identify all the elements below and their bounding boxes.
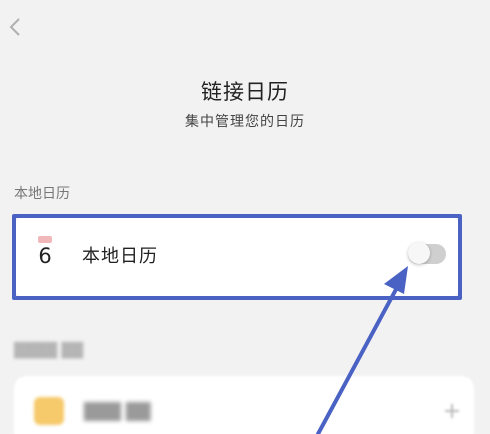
toggle-knob — [408, 242, 430, 264]
local-calendar-title: 本地日历 — [82, 246, 158, 267]
other-calendar-card[interactable] — [14, 376, 474, 434]
plus-icon[interactable] — [442, 401, 462, 421]
calendar-icon-header — [38, 236, 52, 243]
calendar-icon: 6 — [30, 236, 60, 270]
page-subtitle: 集中管理您的日历 — [185, 114, 305, 130]
section-label-local: 本地日历 — [14, 186, 70, 202]
link-calendar-page: 链接日历 集中管理您的日历 本地日历 6 本地日历 ████ ██ ███ ██ — [0, 0, 490, 434]
page-title: 链接日历 — [201, 80, 289, 104]
other-calendar-title: ███ ██ — [84, 402, 151, 421]
section-label-other: ████ ██ — [14, 343, 84, 359]
mailbox-icon — [34, 397, 64, 425]
local-calendar-toggle[interactable] — [408, 242, 446, 264]
local-calendar-card[interactable] — [14, 216, 460, 298]
calendar-icon-day: 6 — [38, 244, 52, 268]
chevron-left-icon — [9, 18, 20, 36]
back-button[interactable] — [4, 14, 26, 40]
